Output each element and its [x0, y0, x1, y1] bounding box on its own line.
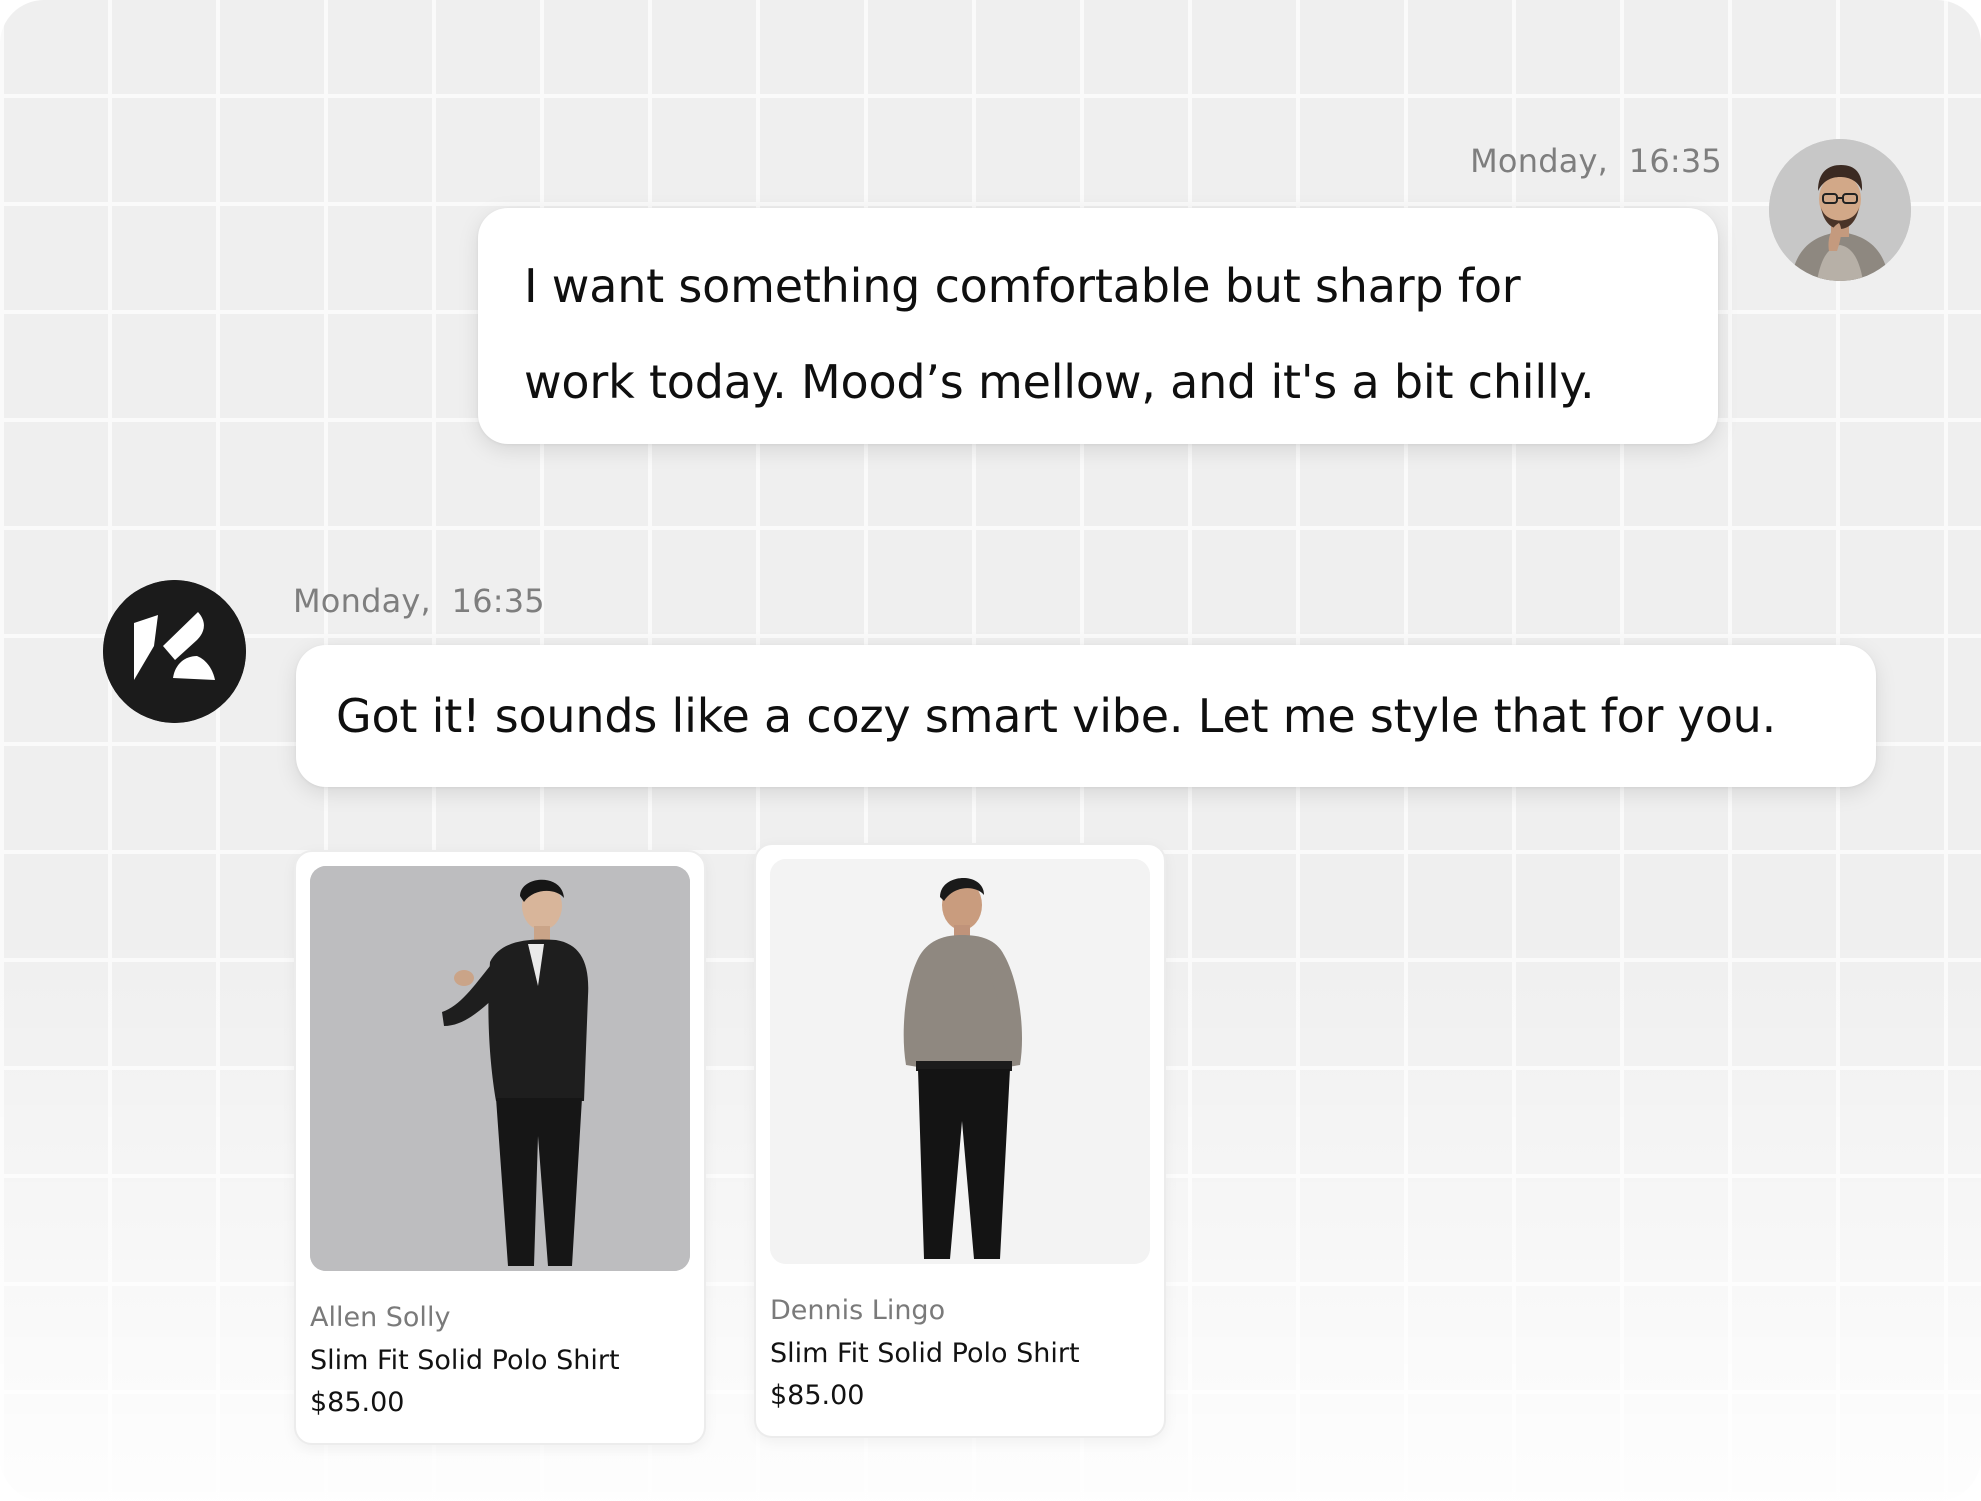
- user-avatar-photo: [1769, 139, 1911, 281]
- product-card[interactable]: Allen Solly Slim Fit Solid Polo Shirt $8…: [294, 850, 706, 1445]
- bot-message-text: Got it! sounds like a cozy smart vibe. L…: [336, 689, 1777, 743]
- product-image[interactable]: [770, 859, 1150, 1264]
- user-message-line-2: work today. Mood’s mellow, and it's a bi…: [524, 355, 1595, 409]
- user-message-line-1: I want something comfortable but sharp f…: [524, 259, 1521, 313]
- user-message-timestamp: Monday, 16:35: [1470, 142, 1722, 180]
- bot-avatar[interactable]: [103, 580, 246, 723]
- model-in-black-suit-image: [310, 866, 690, 1271]
- user-message-bubble: I want something comfortable but sharp f…: [478, 208, 1718, 444]
- product-image[interactable]: [310, 866, 690, 1271]
- product-brand: Allen Solly: [310, 1302, 451, 1333]
- product-price: $85.00: [310, 1387, 405, 1418]
- product-price: $85.00: [770, 1380, 865, 1411]
- product-name[interactable]: Slim Fit Solid Polo Shirt: [310, 1345, 620, 1376]
- bot-message-bubble: Got it! sounds like a cozy smart vibe. L…: [296, 645, 1876, 787]
- bot-message-timestamp: Monday, 16:35: [293, 582, 545, 620]
- chat-canvas: Monday, 16:35 I want something comfortab…: [0, 0, 1981, 1501]
- product-name[interactable]: Slim Fit Solid Polo Shirt: [770, 1338, 1080, 1369]
- brand-logo-icon: [103, 580, 246, 723]
- product-brand: Dennis Lingo: [770, 1295, 946, 1326]
- user-avatar[interactable]: [1769, 139, 1911, 281]
- model-in-grey-shirt-image: [770, 859, 1150, 1264]
- product-card[interactable]: Dennis Lingo Slim Fit Solid Polo Shirt $…: [754, 843, 1166, 1438]
